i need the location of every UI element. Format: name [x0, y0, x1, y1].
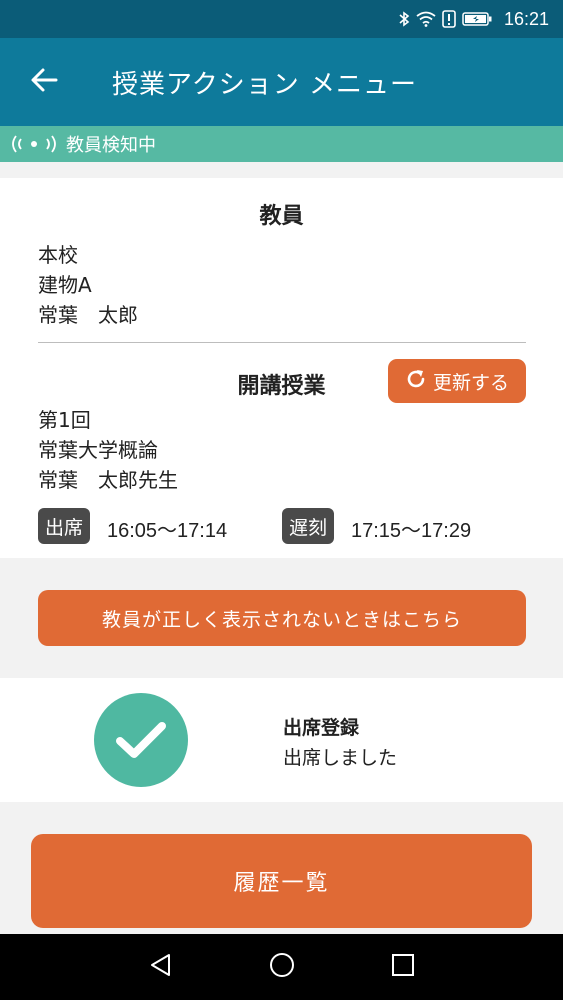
lecture-session: 第1回 [38, 408, 91, 432]
system-nav-bar [0, 934, 563, 1000]
teacher-name: 常葉 太郎 [38, 303, 138, 327]
check-icon [94, 693, 188, 787]
detect-label: 教員検知中 [66, 135, 156, 156]
attend-tag: 出席 [38, 508, 91, 544]
teacher-not-shown-help-button[interactable]: 教員が正しく表示されないときはこちら [38, 590, 526, 646]
divider [38, 342, 526, 343]
late-time: 17:15〜17:29 [351, 520, 472, 542]
nav-home-button[interactable] [262, 947, 302, 987]
teacher-campus: 本校 [38, 243, 78, 267]
lecture-course: 常葉大学概論 [38, 438, 158, 462]
attendance-title: 出席登録 [283, 717, 360, 739]
attendance-card: 出席登録 出席しました [0, 678, 563, 802]
teacher-building: 建物A [38, 273, 92, 297]
nav-recents-button[interactable] [383, 947, 423, 987]
attend-time: 16:05〜17:14 [107, 520, 228, 542]
back-button[interactable] [0, 38, 88, 126]
signal-icon [10, 133, 58, 155]
late-tag: 遅刻 [282, 508, 335, 544]
refresh-button[interactable]: 更新する [388, 359, 526, 403]
battery-icon [462, 11, 492, 27]
wifi-icon [416, 11, 436, 27]
bluetooth-icon [398, 10, 410, 28]
triangle-back-icon [148, 952, 174, 982]
history-list-button[interactable]: 履歴一覧 [31, 834, 532, 928]
square-recents-icon [391, 953, 415, 981]
arrow-left-icon [30, 67, 58, 97]
app-bar: 授業アクション メニュー [0, 38, 563, 126]
detect-status-strip: 教員検知中 [0, 126, 563, 162]
refresh-icon [405, 368, 427, 395]
lecture-instructor: 常葉 太郎先生 [38, 468, 178, 492]
status-bar: 16:21 [0, 0, 563, 38]
teacher-card: 教員 本校 建物A 常葉 太郎 開講授業 更新する 第1回 常葉大学概論 常葉 … [0, 178, 563, 558]
page-title: 授業アクション メニュー [112, 69, 417, 100]
circle-home-icon [268, 951, 296, 983]
status-time: 16:21 [503, 8, 549, 29]
attendance-status: 出席しました [283, 747, 398, 769]
alert-icon [442, 10, 456, 28]
teacher-section-title: 教員 [259, 204, 304, 229]
nav-back-button[interactable] [141, 947, 181, 987]
refresh-label: 更新する [432, 371, 509, 394]
